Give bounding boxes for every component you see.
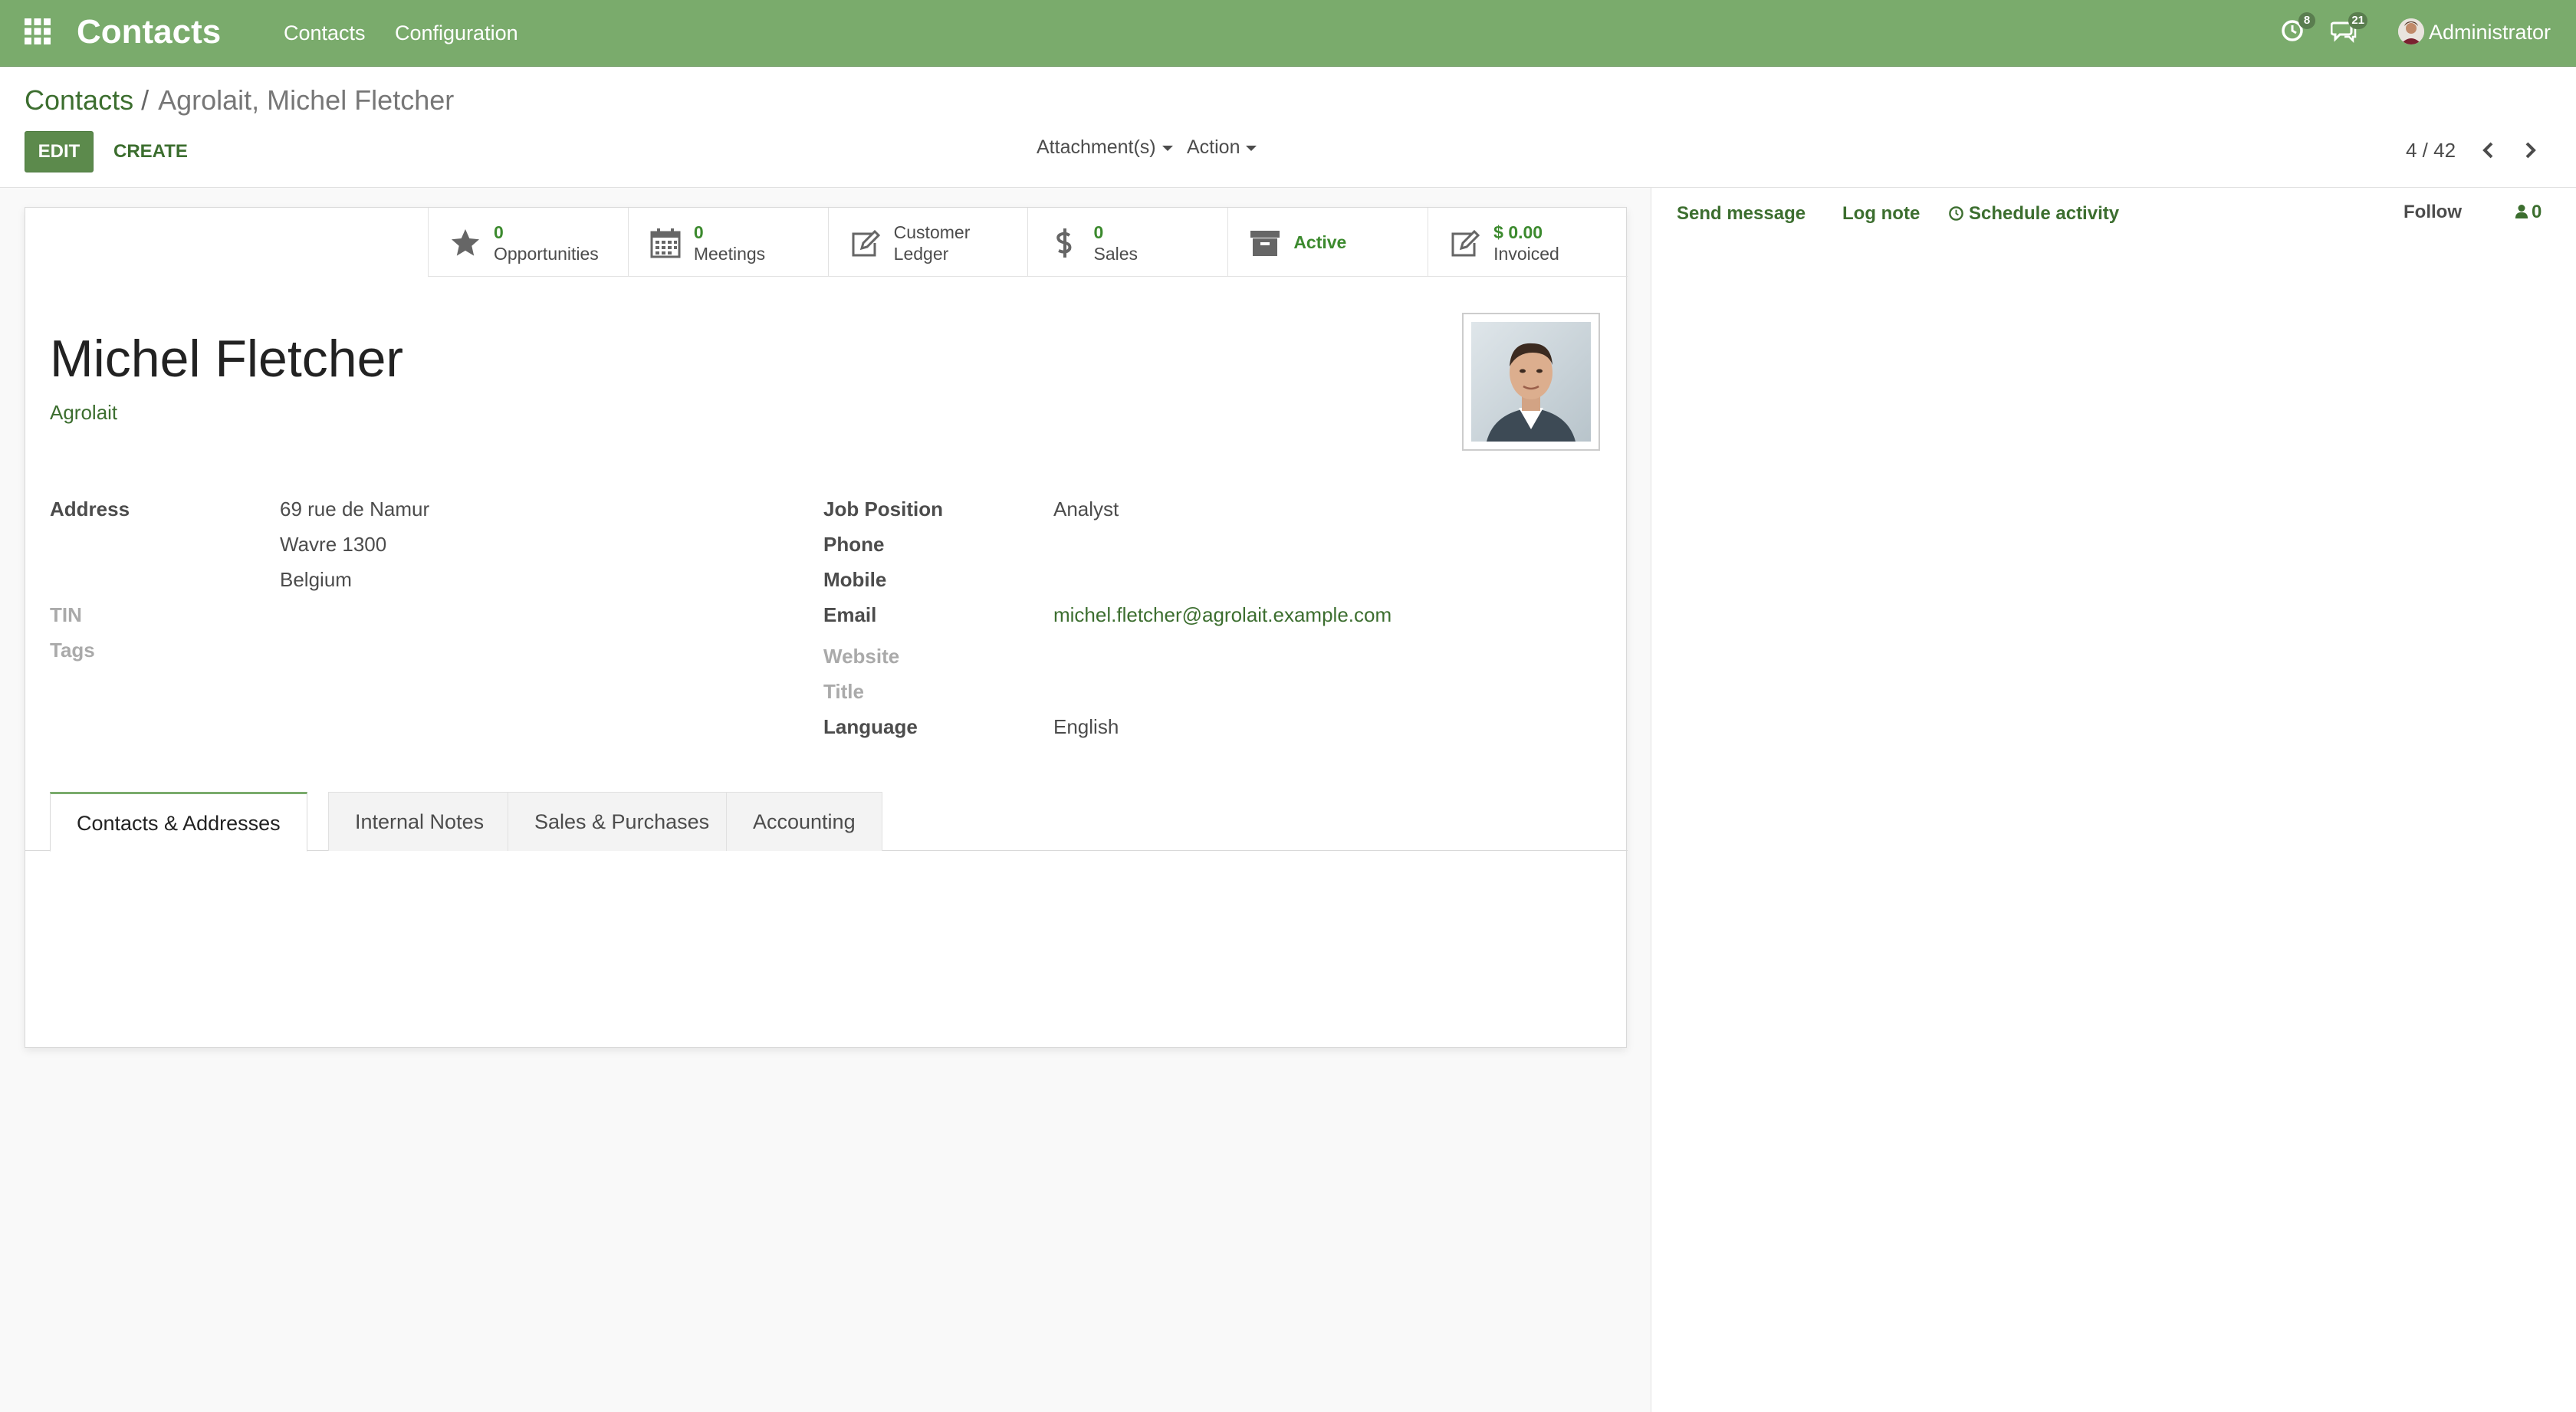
email-link[interactable]: michel.fletcher@agrolait.example.com bbox=[1053, 602, 1392, 628]
action-label: Action bbox=[1187, 136, 1240, 158]
schedule-activity-button[interactable]: Schedule activity bbox=[1948, 202, 2119, 226]
edit-button[interactable]: EDIT bbox=[25, 131, 94, 172]
user-name: Administrator bbox=[2429, 21, 2551, 44]
tab-sales-purchases[interactable]: Sales & Purchases bbox=[508, 792, 737, 851]
contact-photo bbox=[1471, 322, 1591, 442]
meetings-count: 0 bbox=[693, 222, 704, 242]
pager-next-button[interactable] bbox=[2515, 134, 2545, 166]
sales-label: Sales bbox=[1093, 244, 1138, 264]
tags-label: Tags bbox=[50, 639, 95, 662]
breadcrumb-contacts[interactable]: Contacts bbox=[25, 84, 133, 116]
app-title: Contacts bbox=[77, 13, 222, 51]
pager-value[interactable]: 4 / 42 bbox=[2406, 137, 2456, 163]
company-link[interactable]: Agrolait bbox=[50, 399, 117, 425]
sales-count: 0 bbox=[1093, 222, 1104, 242]
apps-grid-icon[interactable] bbox=[23, 17, 52, 46]
opportunities-count: 0 bbox=[494, 222, 504, 242]
messages-badge: 21 bbox=[2348, 12, 2367, 29]
customer-ledger-line2: Ledger bbox=[893, 244, 949, 264]
address-city-zip: Wavre 1300 bbox=[280, 533, 387, 556]
breadcrumb-separator: / bbox=[141, 84, 150, 116]
address-country: Belgium bbox=[280, 568, 352, 591]
edit-icon bbox=[1451, 229, 1480, 257]
archive-icon bbox=[1250, 231, 1280, 256]
opportunities-label: Opportunities bbox=[494, 244, 599, 264]
active-toggle-button[interactable]: Active bbox=[1227, 208, 1428, 277]
log-note-button[interactable]: Log note bbox=[1842, 202, 1920, 226]
calendar-icon bbox=[650, 228, 681, 258]
star-icon bbox=[452, 229, 479, 256]
followers-button[interactable]: 0 bbox=[2515, 200, 2542, 225]
form-area: 0 Opportunities 0 Meetings Customer Ledg… bbox=[0, 188, 1651, 1412]
caret-down-icon bbox=[1246, 145, 1257, 151]
tin-label: TIN bbox=[50, 603, 82, 626]
meetings-button[interactable]: 0 Meetings bbox=[627, 208, 828, 277]
dollar-icon bbox=[1056, 228, 1072, 258]
messaging-menu[interactable]: 21 bbox=[2330, 12, 2367, 44]
invoiced-button[interactable]: $ 0.00 Invoiced bbox=[1428, 208, 1628, 277]
create-button[interactable]: CREATE bbox=[103, 131, 199, 172]
mobile-label: Mobile bbox=[823, 568, 887, 591]
form-sheet: 0 Opportunities 0 Meetings Customer Ledg… bbox=[25, 207, 1628, 1048]
breadcrumb: Contacts / Agrolait, Michel Fletcher bbox=[25, 82, 454, 119]
pager-previous-button[interactable] bbox=[2473, 134, 2504, 166]
control-panel: Contacts / Agrolait, Michel Fletcher EDIT … bbox=[0, 67, 2576, 188]
invoiced-label: Invoiced bbox=[1493, 244, 1559, 264]
contact-avatar[interactable] bbox=[1462, 313, 1600, 451]
menu-contacts[interactable]: Contacts bbox=[284, 19, 366, 47]
contact-name: Michel Fletcher bbox=[50, 330, 404, 388]
menu-configuration[interactable]: Configuration bbox=[395, 19, 518, 47]
customer-ledger-line1: Customer bbox=[893, 222, 971, 242]
chevron-left-icon bbox=[2482, 142, 2493, 159]
job-position-value: Analyst bbox=[1053, 497, 1119, 520]
language-label: Language bbox=[823, 715, 918, 738]
caret-down-icon bbox=[1162, 145, 1173, 151]
opportunities-button[interactable]: 0 Opportunities bbox=[428, 208, 628, 277]
email-label: Email bbox=[823, 603, 877, 626]
customer-ledger-button[interactable]: Customer Ledger bbox=[827, 208, 1028, 277]
top-navbar: Contacts Contacts Configuration 8 21 Adm… bbox=[0, 0, 2576, 67]
tab-contacts-addresses[interactable]: Contacts & Addresses bbox=[50, 792, 307, 852]
action-dropdown[interactable]: Action bbox=[1187, 134, 1257, 160]
breadcrumb-current: Agrolait, Michel Fletcher bbox=[158, 84, 455, 116]
followers-count: 0 bbox=[2532, 202, 2542, 222]
address-street: 69 rue de Namur bbox=[280, 497, 430, 520]
address-label: Address bbox=[50, 497, 130, 520]
schedule-activity-label: Schedule activity bbox=[1969, 203, 2120, 224]
title-label: Title bbox=[823, 680, 864, 703]
activity-badge: 8 bbox=[2298, 12, 2315, 29]
attachments-label: Attachment(s) bbox=[1037, 136, 1156, 158]
user-avatar bbox=[2398, 18, 2424, 44]
meetings-label: Meetings bbox=[693, 244, 766, 264]
phone-label: Phone bbox=[823, 533, 885, 556]
sales-button[interactable]: 0 Sales bbox=[1027, 208, 1227, 277]
user-icon bbox=[2515, 205, 2528, 218]
attachments-dropdown[interactable]: Attachment(s) bbox=[1037, 134, 1173, 160]
chatter-panel: Send message Log note Schedule activity … bbox=[1652, 188, 2576, 1412]
tab-internal-notes[interactable]: Internal Notes bbox=[328, 792, 511, 851]
edit-icon bbox=[852, 229, 880, 257]
invoiced-amount: $ 0.00 bbox=[1493, 222, 1543, 242]
job-position-label: Job Position bbox=[823, 497, 943, 520]
chevron-right-icon bbox=[2525, 142, 2536, 159]
active-label: Active bbox=[1293, 232, 1347, 252]
send-message-button[interactable]: Send message bbox=[1677, 202, 1806, 226]
stat-button-box: 0 Opportunities 0 Meetings Customer Ledg… bbox=[428, 208, 1628, 277]
language-value: English bbox=[1053, 715, 1119, 738]
website-label: Website bbox=[823, 645, 900, 668]
activity-menu[interactable]: 8 bbox=[2279, 12, 2315, 44]
tab-accounting[interactable]: Accounting bbox=[726, 792, 882, 851]
follow-button[interactable]: Follow bbox=[2404, 200, 2462, 225]
clock-icon bbox=[1949, 206, 1963, 221]
